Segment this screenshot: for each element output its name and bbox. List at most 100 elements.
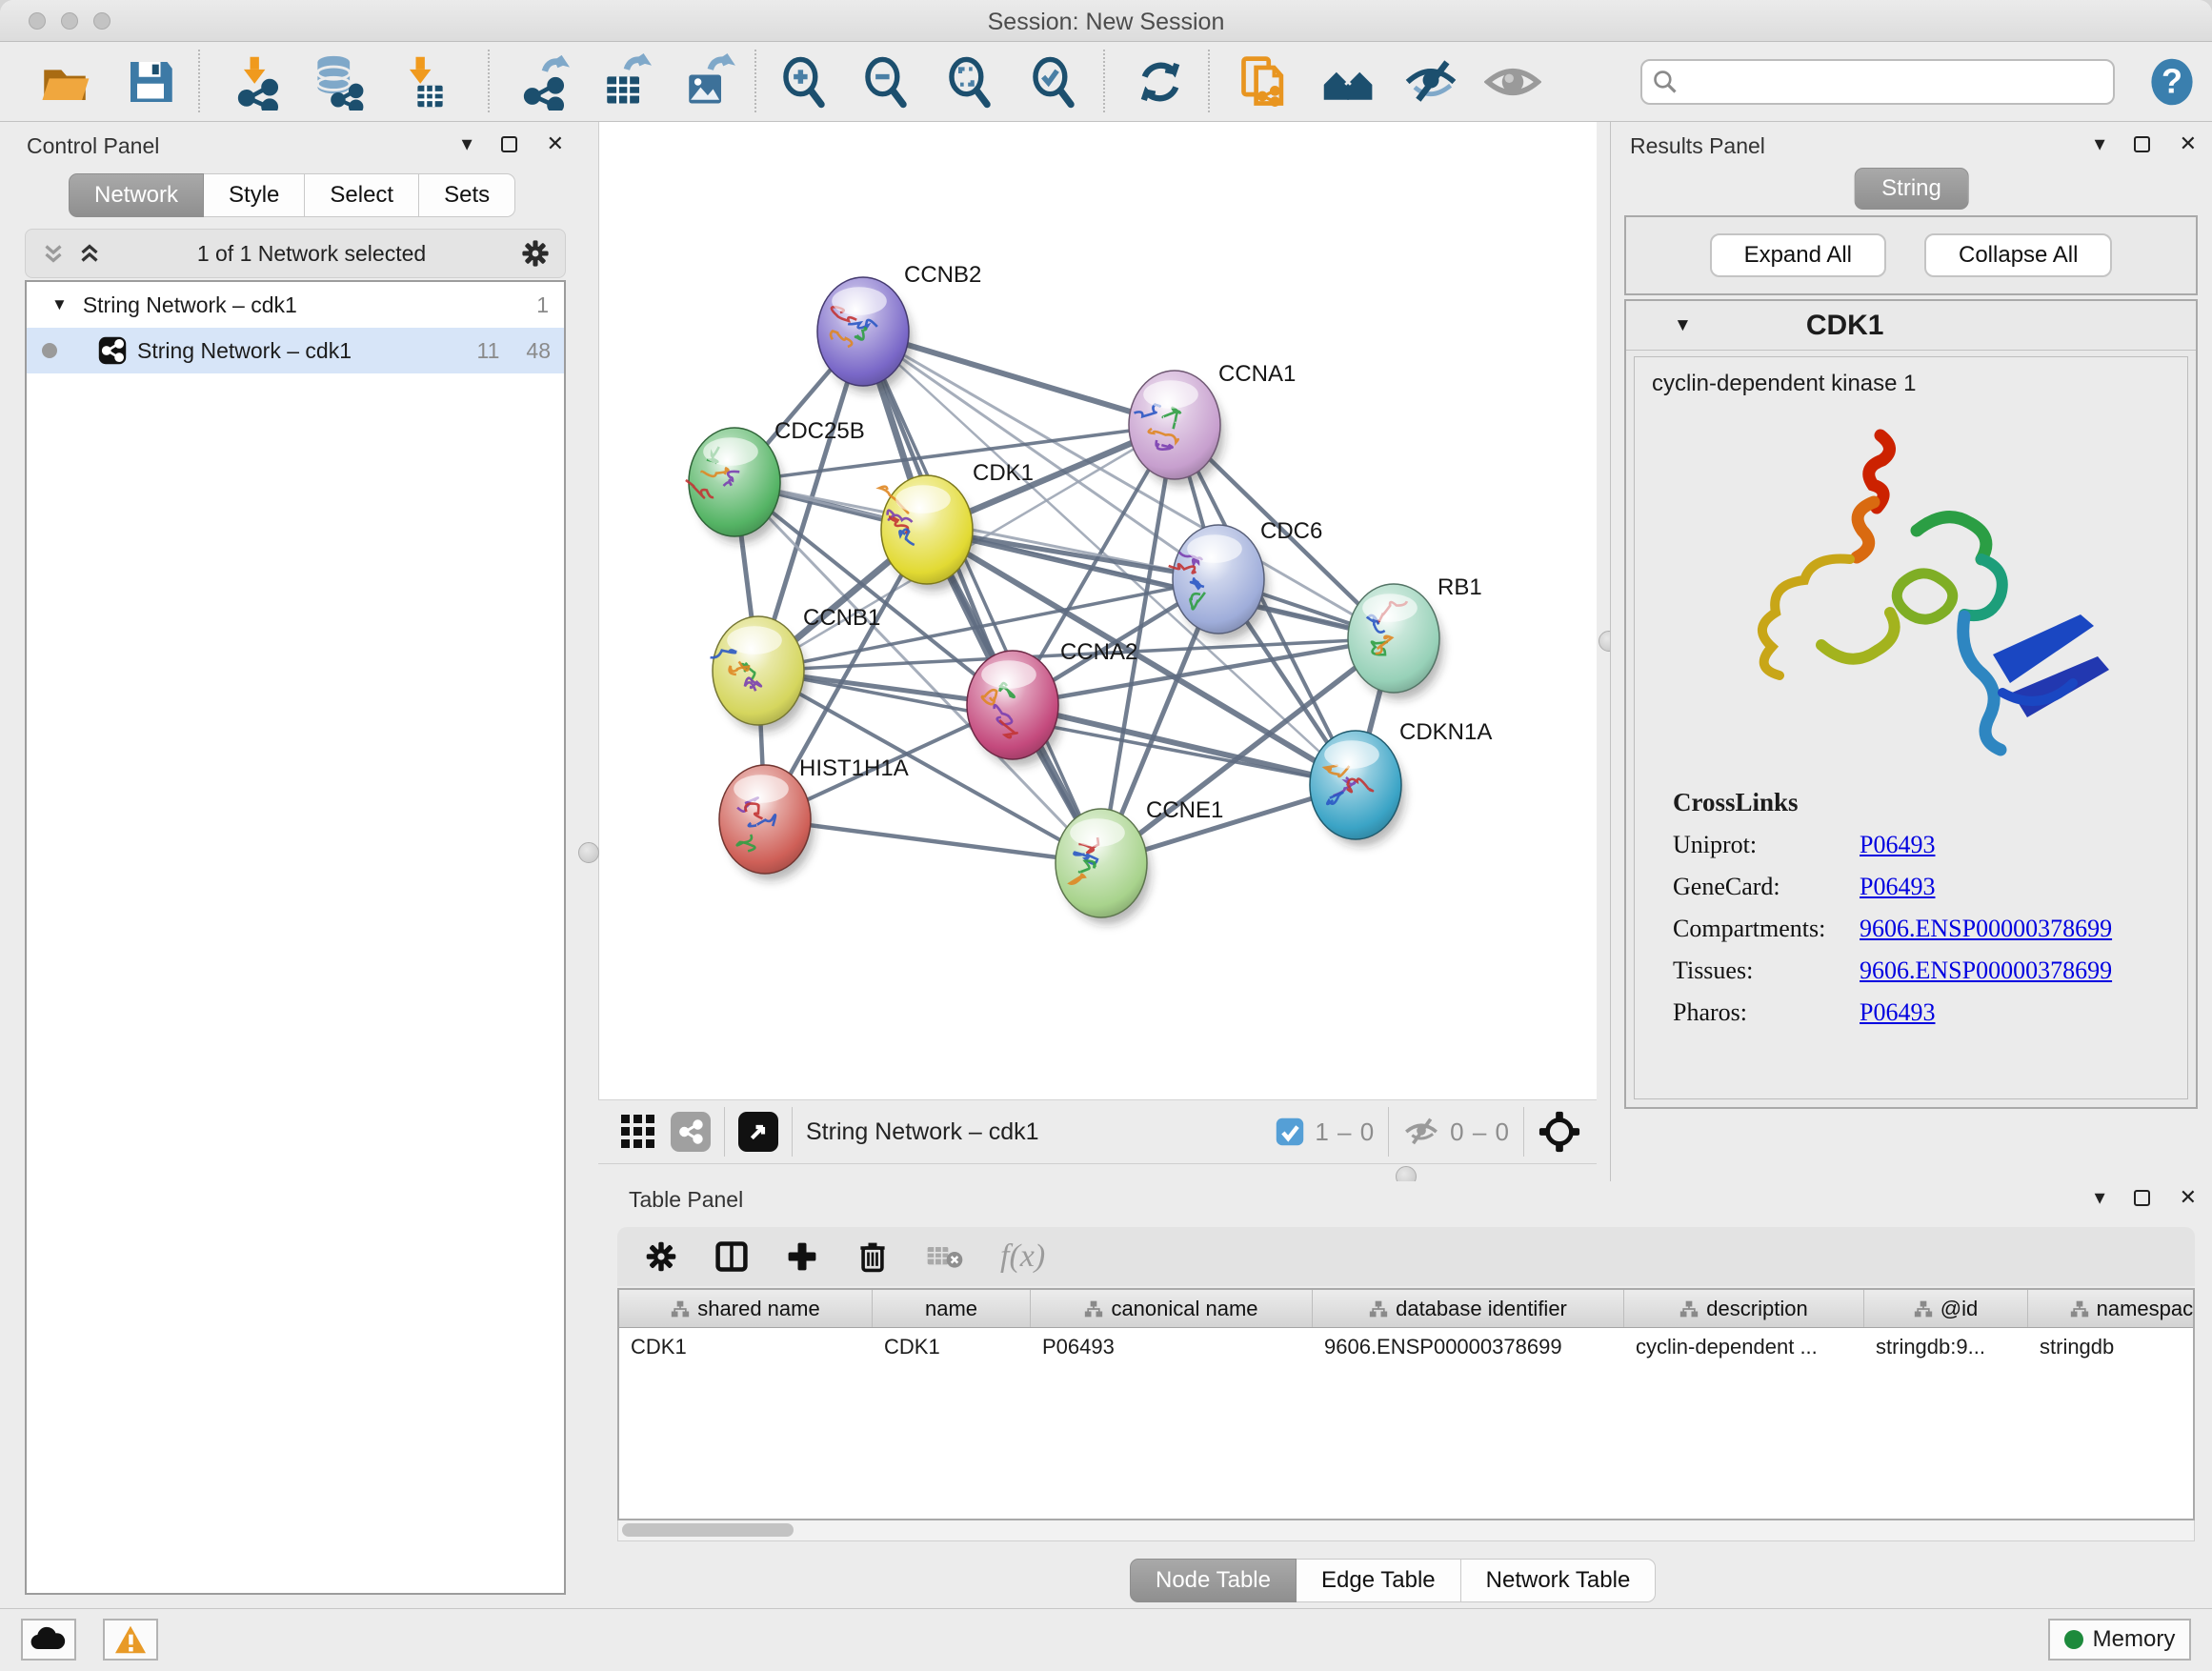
import-network-file-button[interactable]: [227, 51, 288, 112]
tab-network-table[interactable]: Network Table: [1461, 1559, 1657, 1602]
open-file-button[interactable]: [34, 51, 95, 112]
node-CCNA1[interactable]: [1129, 371, 1224, 486]
node-CCNA2[interactable]: [967, 651, 1062, 766]
table-panel-menu-icon[interactable]: ▾: [2095, 1185, 2105, 1210]
zoom-in-button[interactable]: [774, 51, 835, 112]
export-network-button[interactable]: [513, 51, 573, 112]
table-gear-icon[interactable]: [644, 1239, 678, 1274]
cloud-status-button[interactable]: [21, 1619, 76, 1661]
import-network-database-button[interactable]: [307, 51, 368, 112]
table-cell[interactable]: 9606.ENSP00000378699: [1313, 1328, 1624, 1368]
column-header-@id[interactable]: @id: [1864, 1290, 2028, 1327]
node-CDK1[interactable]: [879, 475, 975, 591]
table-cell[interactable]: stringdb:9...: [1864, 1328, 2028, 1368]
memory-button[interactable]: Memory: [2048, 1619, 2191, 1661]
crosslink-link[interactable]: 9606.ENSP00000378699: [1860, 915, 2112, 943]
table-cell[interactable]: stringdb: [2028, 1328, 2195, 1368]
tab-sets[interactable]: Sets: [419, 173, 515, 217]
add-column-icon[interactable]: [785, 1239, 819, 1274]
crosslink-link[interactable]: P06493: [1860, 873, 1935, 901]
search-box[interactable]: [1640, 59, 2115, 105]
network-row[interactable]: String Network – cdk1 11 48: [27, 328, 564, 373]
import-table-file-button[interactable]: [392, 51, 453, 112]
table-panel-float-icon[interactable]: [2134, 1185, 2150, 1210]
control-panel-float-icon[interactable]: [501, 131, 517, 156]
clone-network-button[interactable]: [1235, 51, 1296, 112]
save-session-button[interactable]: [120, 51, 181, 112]
node-label-HIST1H1A: HIST1H1A: [799, 755, 909, 781]
table-cell[interactable]: cyclin-dependent ...: [1624, 1328, 1864, 1368]
table-cell[interactable]: P06493: [1031, 1328, 1313, 1368]
zoom-fit-button[interactable]: [939, 51, 1000, 112]
control-panel-close-icon[interactable]: ✕: [547, 131, 564, 156]
table-hscrollbar-thumb[interactable]: [622, 1523, 794, 1537]
table-row[interactable]: CDK1CDK1P064939606.ENSP00000378699cyclin…: [619, 1328, 2193, 1368]
warnings-button[interactable]: [103, 1619, 158, 1661]
table-cell[interactable]: CDK1: [619, 1328, 873, 1368]
selected-checkbox-icon[interactable]: [1275, 1117, 1305, 1147]
network-canvas[interactable]: CCNB2CCNA1CDC25BCDK1CDC6RB1CCNB1CCNA2CDK…: [598, 122, 1597, 1099]
show-columns-icon[interactable]: [714, 1239, 749, 1274]
network-collection-row[interactable]: ▼ String Network – cdk1 1: [27, 282, 564, 328]
entry-header[interactable]: ▼ CDK1: [1626, 301, 2196, 351]
node-CDKN1A[interactable]: [1310, 731, 1405, 846]
results-panel-close-icon[interactable]: ✕: [2180, 131, 2197, 156]
column-header-database-identifier[interactable]: database identifier: [1313, 1290, 1624, 1327]
entry-collapse-icon[interactable]: ▼: [1674, 315, 1692, 336]
show-all-button[interactable]: [1482, 51, 1543, 112]
control-panel-menu-icon[interactable]: ▾: [462, 131, 473, 156]
apply-layout-button[interactable]: [1130, 51, 1191, 112]
first-neighbors-button[interactable]: [1318, 51, 1379, 112]
crosslink-link[interactable]: P06493: [1860, 998, 1935, 1027]
tab-edge-table[interactable]: Edge Table: [1297, 1559, 1461, 1602]
left-splitter-handle[interactable]: [578, 842, 599, 863]
tab-select[interactable]: Select: [305, 173, 419, 217]
column-header-namespace[interactable]: namespace: [2028, 1290, 2195, 1327]
tab-node-table[interactable]: Node Table: [1130, 1559, 1297, 1602]
hide-selected-button[interactable]: [1400, 51, 1461, 112]
help-button[interactable]: ?: [2142, 51, 2202, 112]
view-grid-icon[interactable]: [619, 1113, 657, 1151]
node-table[interactable]: shared namenamecanonical namedatabase id…: [617, 1288, 2195, 1520]
crosslink-link[interactable]: P06493: [1860, 831, 1935, 859]
node-RB1[interactable]: [1348, 584, 1443, 699]
network-graph[interactable]: CCNB2CCNA1CDC25BCDK1CDC6RB1CCNB1CCNA2CDK…: [599, 122, 1596, 1097]
expand-all-button[interactable]: Expand All: [1710, 233, 1886, 277]
node-CDC6[interactable]: [1169, 525, 1268, 640]
edge-CCNA2-CDKN1A[interactable]: [1013, 705, 1356, 785]
results-panel-float-icon[interactable]: [2134, 131, 2150, 156]
column-header-description[interactable]: description: [1624, 1290, 1864, 1327]
tab-style[interactable]: Style: [204, 173, 305, 217]
tree-expand-icon[interactable]: ▼: [51, 295, 68, 314]
gear-icon[interactable]: [519, 237, 552, 270]
column-header-canonical-name[interactable]: canonical name: [1031, 1290, 1313, 1327]
delete-column-icon[interactable]: [855, 1239, 890, 1274]
node-HIST1H1A[interactable]: [719, 765, 814, 880]
tab-network[interactable]: Network: [69, 173, 204, 217]
table-cell[interactable]: CDK1: [873, 1328, 1031, 1368]
export-image-button[interactable]: [676, 51, 737, 112]
crosshair-icon[interactable]: [1538, 1110, 1581, 1154]
results-panel-menu-icon[interactable]: ▾: [2095, 131, 2105, 156]
node-CCNB2[interactable]: [817, 277, 913, 393]
edge-CCNB2-CCNE1[interactable]: [863, 332, 1101, 863]
string-app-icon[interactable]: [671, 1112, 711, 1152]
birdseye-view-icon[interactable]: [738, 1112, 778, 1152]
table-hscrollbar[interactable]: [617, 1520, 2195, 1541]
node-CCNE1[interactable]: [1056, 809, 1151, 924]
zoom-out-button[interactable]: [855, 51, 916, 112]
node-CDC25B[interactable]: [686, 428, 784, 543]
crosslink-link[interactable]: 9606.ENSP00000378699: [1860, 956, 2112, 985]
node-CCNB1[interactable]: [711, 616, 808, 732]
export-table-button[interactable]: [594, 51, 655, 112]
zoom-selected-button[interactable]: [1023, 51, 1084, 112]
column-header-name[interactable]: name: [873, 1290, 1031, 1327]
collapse-all-icon[interactable]: [39, 239, 68, 268]
tab-string[interactable]: String: [1854, 168, 1969, 210]
expand-all-icon[interactable]: [75, 239, 104, 268]
search-input[interactable]: [1679, 69, 2088, 95]
table-panel-close-icon[interactable]: ✕: [2180, 1185, 2197, 1210]
edge-CCNE1-HIST1H1A[interactable]: [765, 819, 1101, 863]
column-header-shared-name[interactable]: shared name: [619, 1290, 873, 1327]
collapse-all-button[interactable]: Collapse All: [1924, 233, 2112, 277]
